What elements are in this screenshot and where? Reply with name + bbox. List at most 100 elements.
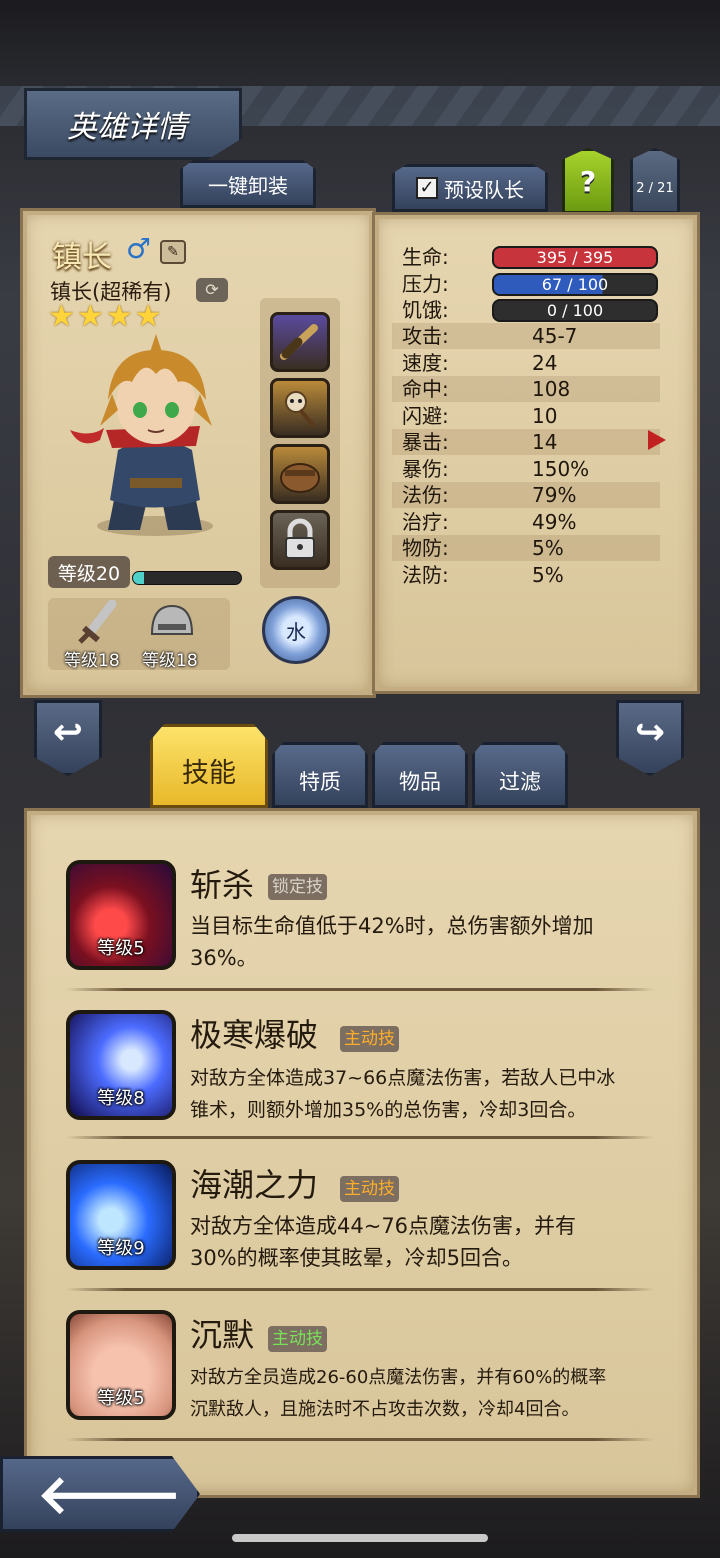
stat-row: 暴伤: 150% (392, 456, 660, 482)
helmet-icon (150, 604, 194, 635)
spyglass-icon (280, 324, 318, 360)
skill-divider (66, 988, 654, 991)
tide-icon[interactable]: 等级9 (66, 1160, 176, 1270)
skill-tag: 主动技 (340, 1176, 399, 1202)
unequip-all-button[interactable]: 一键卸装 (180, 160, 316, 208)
stat-value: 108 (532, 377, 571, 401)
skill-divider (66, 1438, 654, 1441)
skill-desc-line: 对敌方全员造成26-60点魔法伤害，并有60%的概率 (190, 1367, 607, 1388)
back-button[interactable]: 🡐 (0, 1456, 200, 1532)
star-icon: ★ (76, 299, 104, 334)
stat-value: 5% (532, 562, 564, 587)
skill-desc-line: 沉默敌人，且施法时不占攻击次数，冷却4回合。 (190, 1399, 580, 1420)
xp-bar (132, 571, 242, 585)
stat-value: 24 (532, 350, 558, 375)
skill-name: 极寒爆破 (190, 1016, 319, 1054)
stat-label: 饥饿: (402, 298, 449, 322)
swap-class-icon[interactable]: ⟳ (196, 278, 228, 302)
stat-bar-row: 饥饿: 0 / 100 (392, 297, 660, 323)
preset-leader-label: 预设队长 (444, 177, 524, 202)
tab-filter[interactable]: 过滤 (472, 742, 568, 808)
stat-value: 10 (532, 403, 558, 428)
armor-slot[interactable]: 等级18 (140, 600, 210, 671)
stat-row: 法伤: 79% (392, 482, 660, 508)
ice-spike-icon[interactable]: 等级8 (66, 1010, 176, 1120)
stat-row: 治疗: 49% (392, 509, 660, 535)
stat-value: 5% (532, 536, 564, 560)
skill-desc-line: 当目标生命值低于42%时，总伤害额外增加 (190, 914, 594, 938)
weapon-slot[interactable]: 等级18 (62, 600, 132, 671)
treasure-bag-icon (280, 463, 320, 493)
help-button[interactable]: ? (562, 148, 614, 214)
skill-level: 等级9 (97, 1238, 145, 1259)
stat-label: 命中: (402, 377, 449, 401)
stat-label: 法防: (402, 562, 449, 587)
slash-icon[interactable]: 等级5 (66, 860, 176, 970)
skull-staff-icon (285, 391, 316, 428)
skill-divider (66, 1288, 654, 1291)
checkbox-icon: ✓ (416, 177, 438, 199)
sword-icon (78, 600, 117, 644)
male-icon: ♂ (126, 232, 152, 265)
skill-description: 当目标生命值低于42%时，总伤害额外增加 36%。 (190, 910, 670, 974)
stat-row: 物防: 5% (392, 535, 660, 561)
skill-level: 等级5 (97, 1388, 145, 1409)
item-slot-spyglass[interactable] (270, 312, 330, 372)
stat-bar: 395 / 395 (492, 246, 658, 269)
tab-skills[interactable]: 技能 (150, 724, 268, 808)
stat-label: 攻击: (402, 324, 449, 348)
skill-tag: 主动技 (268, 1326, 327, 1352)
next-hero-button[interactable]: ↪ (616, 700, 684, 776)
tab-traits[interactable]: 特质 (272, 742, 368, 808)
hero-portrait (70, 334, 213, 536)
more-stats-arrow-icon[interactable] (648, 430, 666, 450)
hero-page-counter: 2 / 21 (630, 148, 680, 214)
skill-name: 海潮之力 (190, 1166, 319, 1204)
stat-row: 攻击: 45-7 (392, 323, 660, 349)
lock-icon (285, 518, 315, 559)
stat-bar: 67 / 100 (492, 272, 658, 296)
stat-label: 法伤: (402, 483, 449, 507)
stat-label: 速度: (402, 350, 449, 375)
stat-bar-row: 生命: 395 / 395 (392, 244, 660, 270)
skill-divider (66, 1136, 654, 1139)
rename-icon[interactable]: ✎ (160, 240, 186, 264)
item-slot-locked[interactable] (270, 510, 330, 570)
home-indicator[interactable] (232, 1534, 488, 1542)
skill-tag: 锁定技 (268, 874, 327, 900)
preset-leader-toggle[interactable]: ✓ 预设队长 (392, 164, 548, 212)
stat-row: 命中: 108 (392, 376, 660, 402)
page-title: 英雄详情 (24, 88, 242, 160)
skill-description: 对敌方全体造成37~66点魔法伤害，若敌人已中冰 锥术，则额外增加35%的总伤害… (190, 1062, 670, 1126)
weapon-level: 等级18 (64, 651, 120, 671)
star-icon: ★ (48, 299, 75, 334)
stat-value: 49% (532, 509, 577, 534)
silence-icon[interactable]: 等级5 (66, 1310, 176, 1420)
hero-name: 镇长 (52, 240, 112, 275)
star-icon: ★ (105, 299, 133, 334)
prev-hero-button[interactable]: ↩ (34, 700, 102, 776)
stat-row: 暴击: 14 (392, 429, 660, 455)
stat-label: 闪避: (402, 403, 449, 428)
stat-label: 压力: (402, 271, 449, 296)
skill-tag: 主动技 (340, 1026, 399, 1052)
armor-level: 等级18 (142, 651, 198, 671)
skill-level: 等级8 (97, 1088, 145, 1109)
xp-fill (133, 572, 144, 584)
hero-level: 等级20 (48, 556, 130, 588)
item-slot-skull-staff[interactable] (270, 378, 330, 438)
tab-items[interactable]: 物品 (372, 742, 468, 808)
stat-value: 150% (532, 456, 590, 481)
skill-desc-line: 对敌方全体造成37~66点魔法伤害，若敌人已中冰 (190, 1067, 616, 1089)
stat-label: 生命: (402, 245, 449, 269)
stat-label: 暴击: (402, 430, 449, 454)
stat-value: 45-7 (532, 324, 578, 348)
stat-bar: 0 / 100 (492, 299, 658, 322)
skill-name: 沉默 (190, 1316, 255, 1354)
stat-value: 79% (532, 483, 577, 507)
skill-description: 对敌方全体造成44~76点魔法伤害，并有 30%的概率使其眩晕，冷却5回合。 (190, 1210, 670, 1274)
element-badge-water[interactable]: 水 (262, 596, 330, 664)
skill-desc-line: 对敌方全体造成44~76点魔法伤害，并有 (190, 1214, 577, 1238)
item-slot-treasure-bag[interactable] (270, 444, 330, 504)
stat-label: 物防: (402, 536, 449, 560)
